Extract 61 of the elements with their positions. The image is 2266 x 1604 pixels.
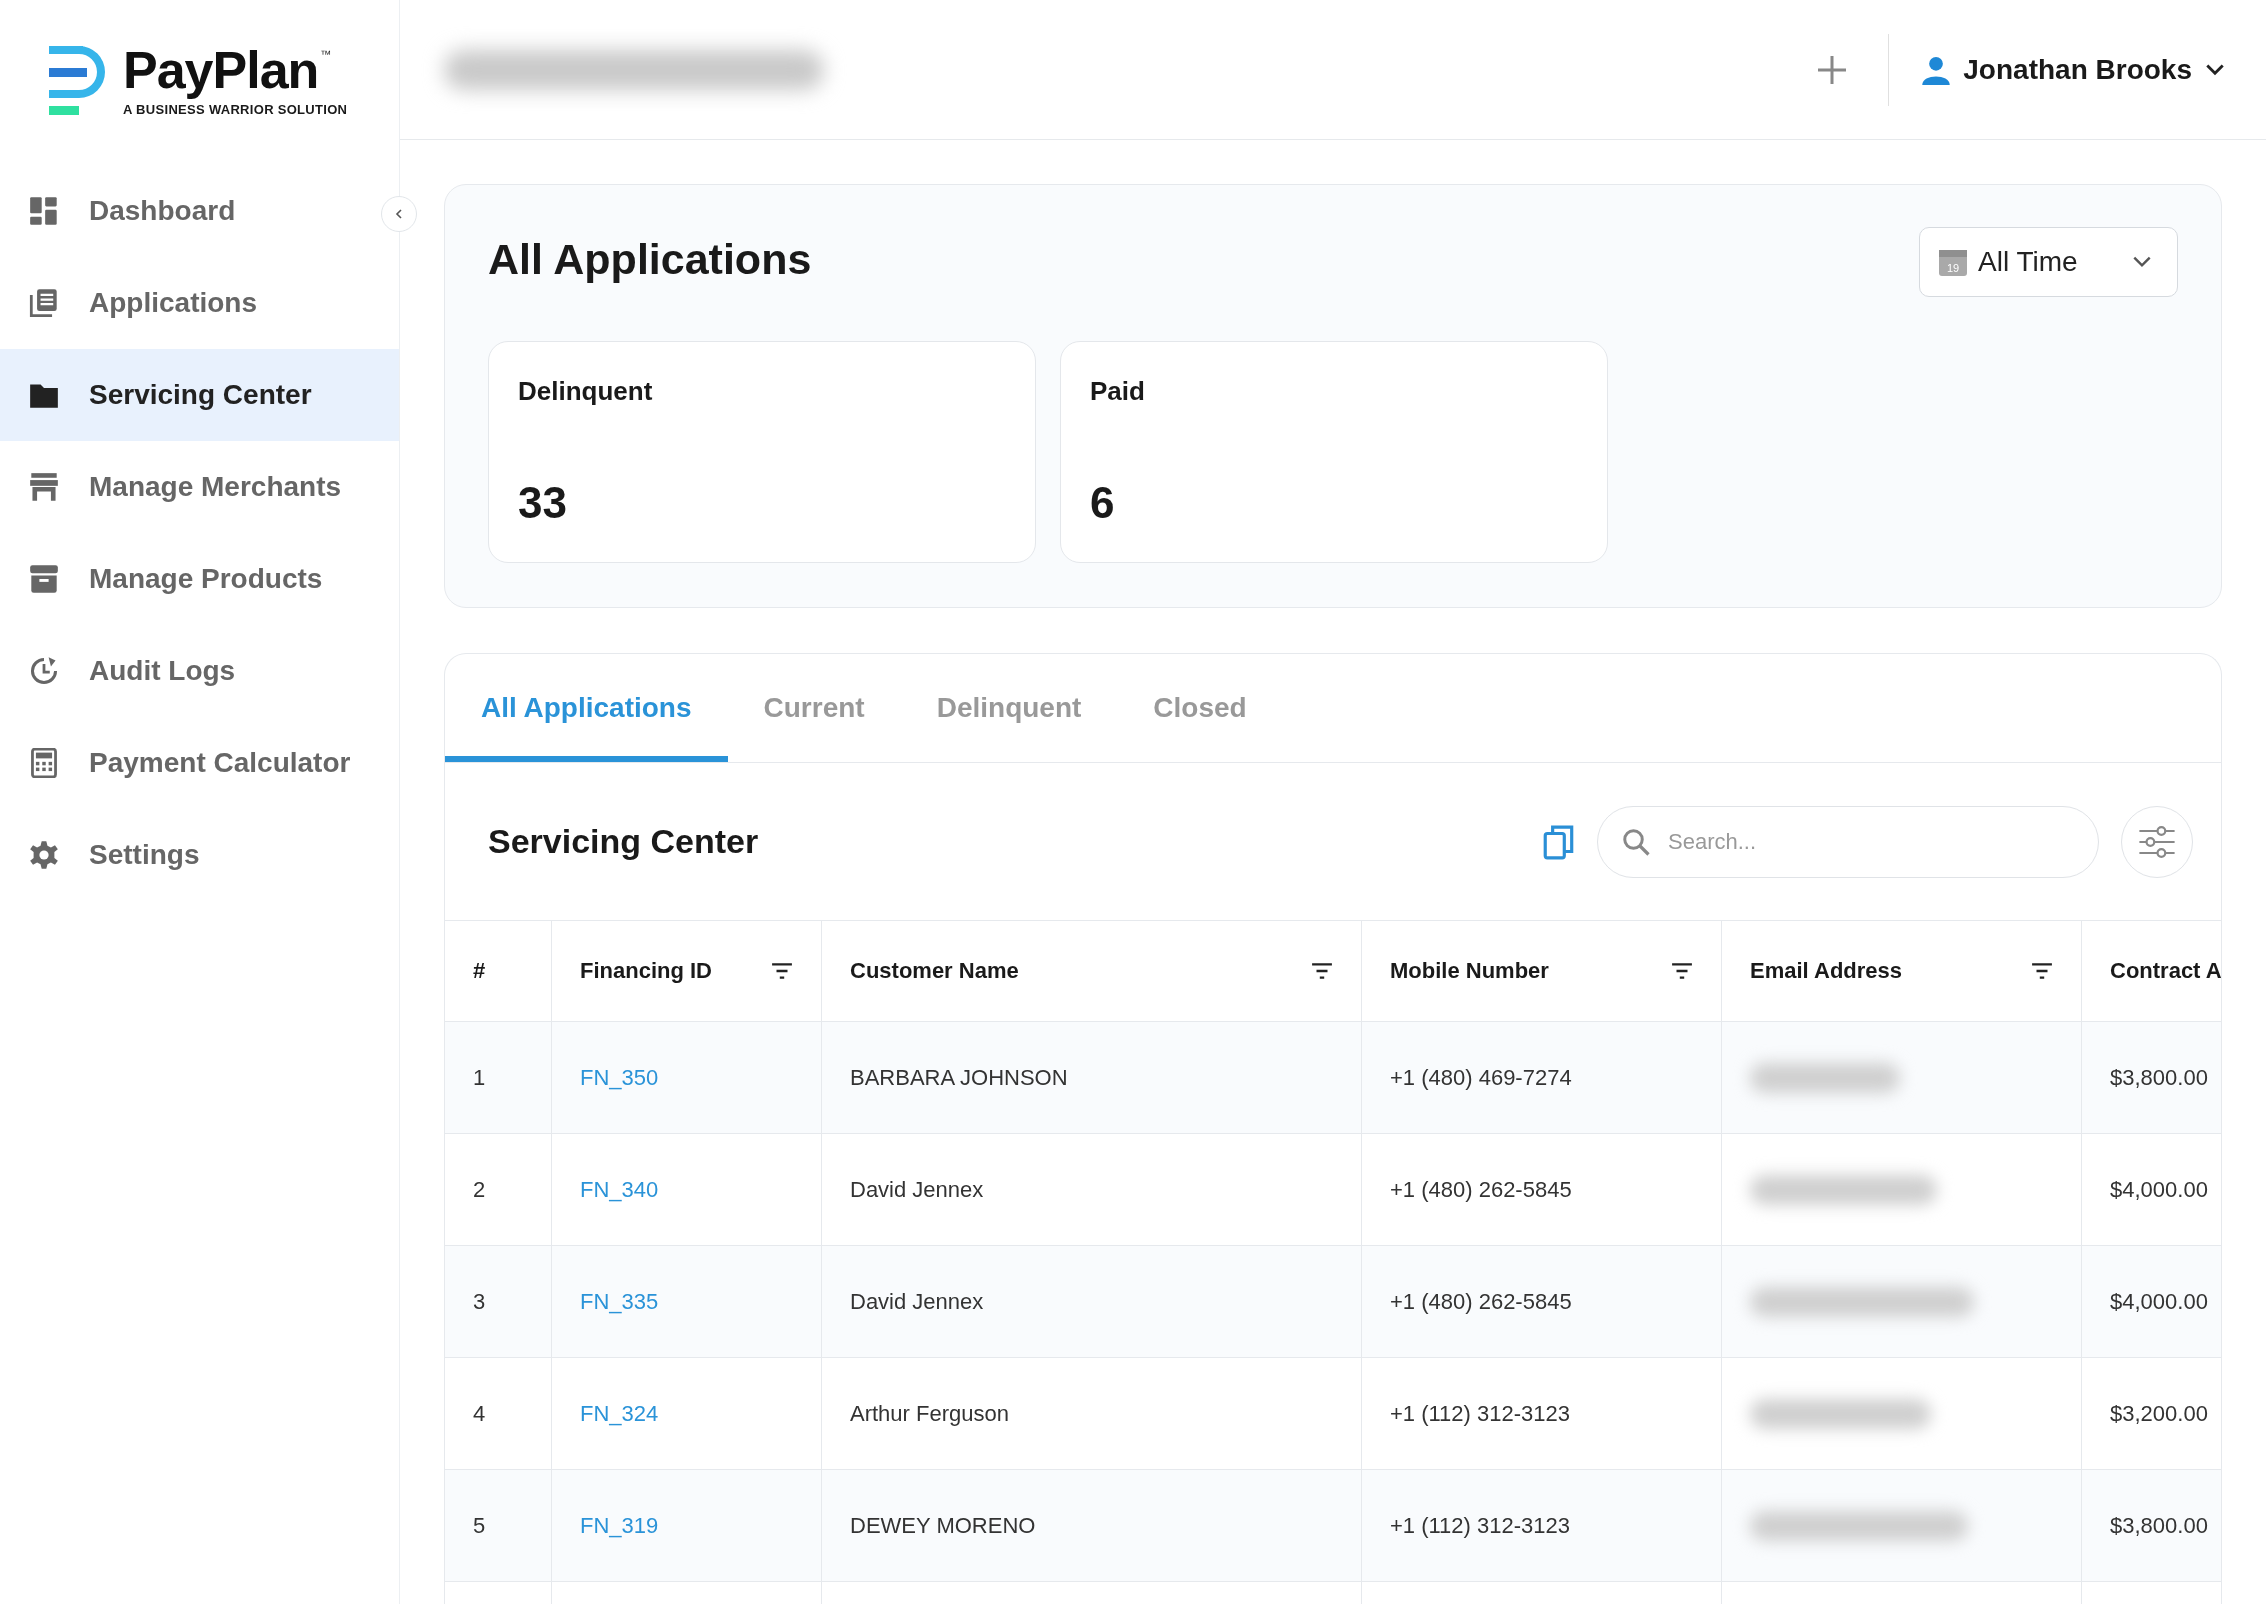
trademark: ™ (320, 48, 332, 60)
archive-box-icon (29, 564, 59, 594)
financing-id-link[interactable]: FN_340 (580, 1176, 659, 1203)
financing-id-link[interactable]: FN_324 (580, 1400, 659, 1427)
gear-icon (29, 840, 59, 870)
nav-item[interactable]: Payment Calculator (0, 717, 399, 809)
table-cell: David Jennex (850, 1176, 984, 1203)
tab[interactable]: All Applications (445, 660, 728, 762)
table-cell: BARBARA JOHNSON (850, 1064, 1068, 1091)
table-title: Servicing Center (488, 822, 759, 861)
nav-item[interactable]: Dashboard (0, 165, 399, 257)
person-icon (1921, 54, 1952, 85)
search-field[interactable]: Search... (1597, 805, 2099, 878)
table-cell: $4,000.00 (2110, 1176, 2208, 1203)
table-cell: 1 (473, 1064, 486, 1091)
filter-icon[interactable] (771, 962, 793, 980)
table-cell: +1 (480) 262-5845 (1390, 1176, 1572, 1203)
financing-id-link[interactable]: FN_350 (580, 1064, 659, 1091)
table-cell: 2 (473, 1176, 486, 1203)
store-icon (29, 472, 59, 502)
filter-icon[interactable] (1671, 962, 1693, 980)
stat-value: 6 (1090, 478, 1116, 528)
add-icon[interactable] (1816, 53, 1849, 86)
grid-icon (29, 196, 59, 226)
date-range-dropdown[interactable]: 19 All Time (1919, 227, 2178, 297)
table-cell: +1 (112) 312-3123 (1390, 1400, 1570, 1427)
calendar-icon: 19 (1938, 247, 1968, 277)
nav-item[interactable]: Applications (0, 257, 399, 349)
copy-icon[interactable] (1543, 823, 1575, 860)
table-cell: $4,000.00 (2110, 1288, 2208, 1315)
nav-item[interactable]: Servicing Center (0, 349, 399, 441)
stat-value: 33 (518, 478, 568, 528)
table-cell: David Jennex (850, 1288, 984, 1315)
table-cell: Arthur Ferguson (850, 1400, 1009, 1427)
financing-id-link[interactable]: FN_335 (580, 1288, 659, 1315)
documents-icon (29, 288, 59, 318)
table-cell: 3 (473, 1288, 486, 1315)
table-cell: 5 (473, 1512, 486, 1539)
filter-icon[interactable] (2031, 962, 2053, 980)
logo-tagline: A BUSINESS WARRIOR SOLUTION (123, 102, 348, 117)
table-cell: $3,800.00 (2110, 1512, 2208, 1539)
table-cell: +1 (480) 469-7274 (1390, 1064, 1572, 1091)
table-cell: $3,200.00 (2110, 1400, 2208, 1427)
nav-item[interactable]: Settings (0, 809, 399, 901)
nav-item[interactable]: Manage Products (0, 533, 399, 625)
nav-item[interactable]: Manage Merchants (0, 441, 399, 533)
table-cell: +1 (112) 312-3123 (1390, 1512, 1570, 1539)
filter-icon[interactable] (1311, 962, 1333, 980)
stat-label: Delinquent (518, 376, 654, 407)
nav-item[interactable]: Audit Logs (0, 625, 399, 717)
chevron-left-icon (393, 208, 405, 220)
stat-label: Paid (1090, 376, 1146, 407)
table-cell: +1 (480) 262-5845 (1390, 1288, 1572, 1315)
panel-title: All Applications (488, 235, 812, 284)
financing-id-link[interactable]: FN_319 (580, 1512, 659, 1539)
table-cell: 4 (473, 1400, 486, 1427)
calculator-icon (29, 748, 59, 778)
table-cell: $3,800.00 (2110, 1064, 2208, 1091)
table-cell: DEWEY MORENO (850, 1512, 1036, 1539)
clock-icon (29, 656, 59, 686)
user-menu[interactable]: Jonathan Brooks (1921, 53, 2226, 86)
